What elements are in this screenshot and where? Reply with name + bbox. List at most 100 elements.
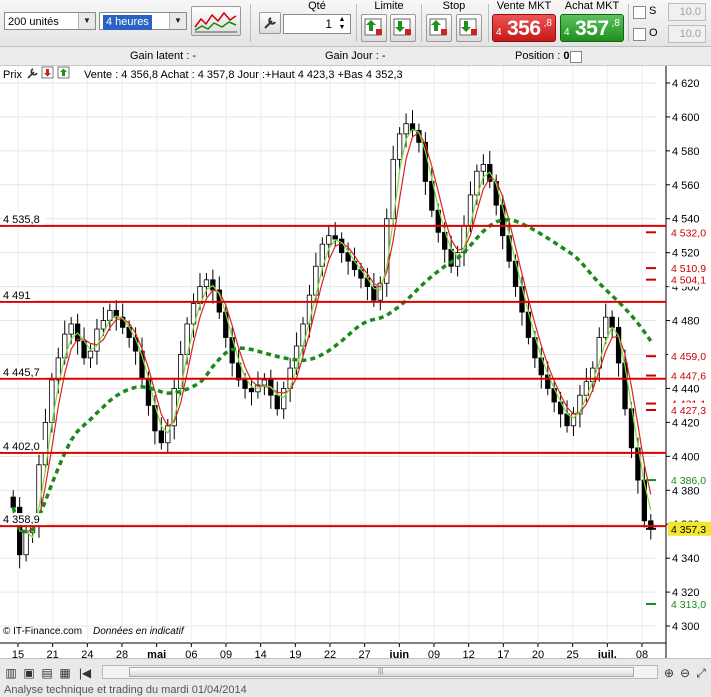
limit-sell-button[interactable] bbox=[390, 14, 416, 42]
save-icon[interactable]: ▣ bbox=[22, 666, 36, 680]
price-marker-label: 4 532,0 bbox=[671, 227, 706, 239]
x-tick-label: 20 bbox=[532, 649, 544, 658]
sell-mkt-label: Vente MKT bbox=[496, 0, 552, 12]
legend-up-icon[interactable] bbox=[57, 66, 70, 79]
position-info-bar: Gain latent : - Gain Jour : - Position :… bbox=[0, 47, 711, 66]
legend-quote: Vente : 4 356,8 Achat : 4 357,8 Jour :+H… bbox=[84, 69, 403, 81]
y-tick-label: 4 420 bbox=[672, 417, 700, 429]
chart-type-icon[interactable]: ▥ bbox=[4, 666, 18, 680]
print-icon[interactable]: ▤ bbox=[40, 666, 54, 680]
y-tick-label: 4 540 bbox=[672, 214, 700, 226]
stepper-arrows-icon[interactable]: ▲ ▼ bbox=[336, 16, 348, 32]
order-toolbar: 200 unités ▼ 4 heures ▼ Qté 1 ▲▼ Limite bbox=[0, 0, 711, 47]
x-tick-label: 06 bbox=[185, 649, 197, 658]
candle-body bbox=[10, 496, 16, 508]
limit-label: Limite bbox=[374, 0, 404, 12]
toolbar-separator bbox=[356, 4, 357, 42]
legend-down-icon[interactable] bbox=[41, 66, 54, 79]
sell-price-prefix: 4 bbox=[496, 27, 502, 38]
stop-down-icon bbox=[459, 18, 477, 36]
x-tick-label: 08 bbox=[636, 649, 648, 658]
chart-canvas[interactable]: 4 535,8 4 491 4 445,7 4 402,0 4 358,9 4 620 4… bbox=[0, 66, 711, 661]
price-marker-label: 4 386,0 bbox=[671, 475, 706, 487]
candle-body bbox=[396, 133, 403, 160]
indicator-button[interactable] bbox=[191, 6, 241, 36]
x-tick-label: 19 bbox=[289, 649, 301, 658]
position-value: 0 bbox=[563, 50, 570, 62]
position-expand-icon[interactable] bbox=[570, 51, 582, 63]
candle-body bbox=[94, 328, 100, 352]
y-tick-label: 4 620 bbox=[672, 78, 700, 90]
scroll-thumb[interactable]: ||| bbox=[129, 667, 634, 677]
price-chart[interactable]: 4 535,8 4 491 4 445,7 4 402,0 4 358,9 4 620 4… bbox=[0, 66, 711, 661]
position-label: Position : 0 bbox=[515, 50, 570, 62]
x-tick-label: 28 bbox=[116, 649, 128, 658]
settings-icon[interactable]: ▦ bbox=[58, 666, 72, 680]
price-marker-label: 4 459,0 bbox=[671, 351, 706, 363]
zoom-in-icon[interactable]: ⊕ bbox=[662, 666, 676, 680]
chevron-down-icon[interactable]: ▼ bbox=[169, 13, 186, 29]
x-tick-label: 17 bbox=[497, 649, 509, 658]
period-select[interactable]: 4 heures ▼ bbox=[99, 12, 187, 30]
time-scrollbar[interactable]: ||| bbox=[102, 665, 658, 679]
tool-button[interactable] bbox=[259, 12, 281, 34]
buy-price-main: 357 bbox=[575, 17, 609, 40]
wrench-icon bbox=[264, 17, 276, 29]
x-tick-label: 24 bbox=[81, 649, 93, 658]
scroll-start-icon[interactable]: |◀ bbox=[78, 666, 92, 680]
y-tick-label: 4 400 bbox=[672, 451, 700, 463]
sell-price-decimal: ,8 bbox=[543, 18, 552, 29]
price-marker-label: 4 427,3 bbox=[671, 405, 706, 417]
stop-label: Stop bbox=[442, 0, 466, 12]
candle-body bbox=[641, 479, 647, 522]
candle-body bbox=[274, 394, 280, 410]
candle-body bbox=[512, 260, 519, 288]
candle-body bbox=[126, 326, 132, 338]
qty-label: Qté bbox=[308, 0, 326, 12]
stop-up-icon bbox=[429, 18, 447, 36]
period-select-value: 4 heures bbox=[103, 15, 152, 30]
y-tick-label: 4 520 bbox=[672, 248, 700, 260]
x-tick-label: 15 bbox=[12, 649, 24, 658]
x-tick-label: 12 bbox=[463, 649, 475, 658]
units-select[interactable]: 200 unités ▼ bbox=[4, 12, 96, 30]
candle-body bbox=[564, 413, 570, 427]
candle-body bbox=[68, 323, 74, 335]
x-tick-label: mai bbox=[147, 649, 166, 658]
toolbar-separator bbox=[628, 4, 629, 42]
legend-prefix: Prix bbox=[3, 69, 22, 81]
indicators-icon bbox=[194, 11, 237, 33]
sell-market-button[interactable]: 4 356 ,8 bbox=[492, 14, 556, 42]
fit-icon[interactable]: ⤢ bbox=[694, 666, 708, 680]
zoom-out-icon[interactable]: ⊖ bbox=[678, 666, 692, 680]
x-tick-label: 25 bbox=[567, 649, 579, 658]
candle-body bbox=[242, 379, 248, 389]
candle-body bbox=[480, 164, 486, 172]
buy-market-button[interactable]: 4 357 ,8 bbox=[560, 14, 624, 42]
qty-stepper[interactable]: 1 ▲ ▼ bbox=[283, 14, 351, 34]
price-marker-label: 4 357,3 bbox=[671, 524, 706, 536]
level-label: 4 491 bbox=[3, 290, 31, 302]
stop-sell-button[interactable] bbox=[456, 14, 482, 42]
order-down-icon bbox=[393, 18, 411, 36]
objective-distance-field[interactable]: 10.0 bbox=[668, 25, 706, 43]
candle-body bbox=[261, 379, 268, 386]
toolbar-separator bbox=[421, 4, 422, 42]
limit-buy-button[interactable] bbox=[361, 14, 387, 42]
stop-buy-button[interactable] bbox=[426, 14, 452, 42]
candle-body bbox=[223, 311, 229, 338]
objective-checkbox[interactable] bbox=[633, 28, 646, 41]
x-tick-label: juin bbox=[389, 649, 410, 658]
chevron-down-icon[interactable]: ▼ bbox=[78, 13, 95, 29]
candle-body bbox=[87, 350, 94, 359]
buy-price-decimal: ,8 bbox=[611, 18, 620, 29]
stop-checkbox[interactable] bbox=[633, 6, 646, 19]
y-tick-label: 4 480 bbox=[672, 316, 700, 328]
candle-body bbox=[293, 345, 300, 369]
y-tick-label: 4 580 bbox=[672, 146, 700, 158]
x-tick-label: 21 bbox=[47, 649, 59, 658]
candle-body bbox=[339, 238, 345, 254]
x-tick-label: juil. bbox=[597, 649, 617, 658]
stop-distance-field[interactable]: 10.0 bbox=[668, 3, 706, 21]
candle-body bbox=[100, 320, 107, 330]
